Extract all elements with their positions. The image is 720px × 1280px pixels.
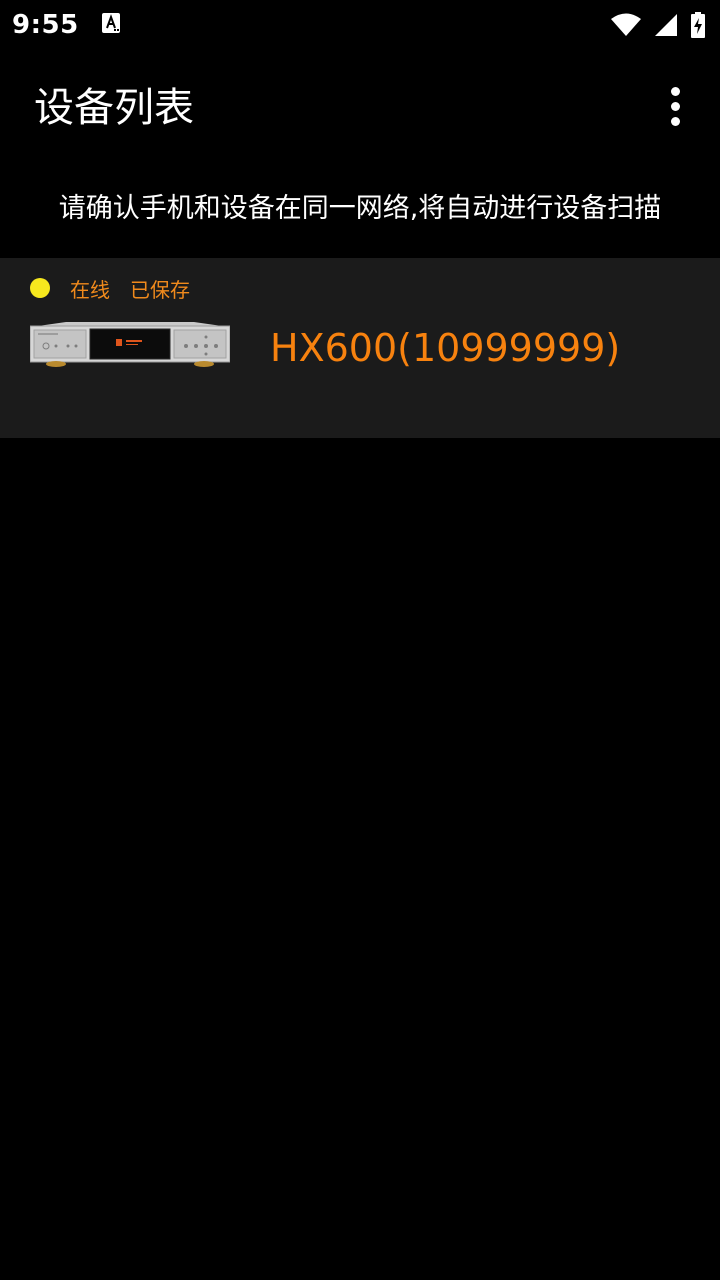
wifi-icon	[610, 13, 642, 37]
more-vert-icon	[670, 86, 680, 96]
scan-hint-text: 请确认手机和设备在同一网络,将自动进行设备扫描	[58, 193, 662, 224]
device-status-saved: 已保存	[130, 277, 190, 302]
status-time: 9:55	[12, 10, 79, 40]
status-left: 9:55	[12, 10, 121, 40]
signal-icon	[654, 13, 678, 37]
status-right	[610, 12, 706, 38]
device-status-row: 在线 已保存	[30, 276, 210, 302]
a-notification-icon	[101, 12, 121, 38]
screen: 9:55 设备列表 请确认手机和设备在同一网络,将自动进行设备扫描 在线 已保存…	[0, 0, 720, 1280]
device-image	[29, 320, 231, 370]
more-options-button[interactable]	[660, 81, 690, 131]
status-bar: 9:55	[0, 0, 720, 50]
device-list-item[interactable]: 在线 已保存 HX600(10999999)	[0, 258, 720, 438]
battery-charging-icon	[690, 12, 706, 38]
more-vert-icon-dot	[670, 116, 680, 126]
device-status-online: 在线	[70, 277, 110, 302]
page-title: 设备列表	[34, 85, 194, 131]
online-indicator-dot	[30, 278, 50, 298]
more-vert-icon-dot	[670, 101, 680, 111]
device-name: HX600(10999999)	[270, 326, 621, 370]
app-bar: 设备列表	[0, 56, 720, 156]
